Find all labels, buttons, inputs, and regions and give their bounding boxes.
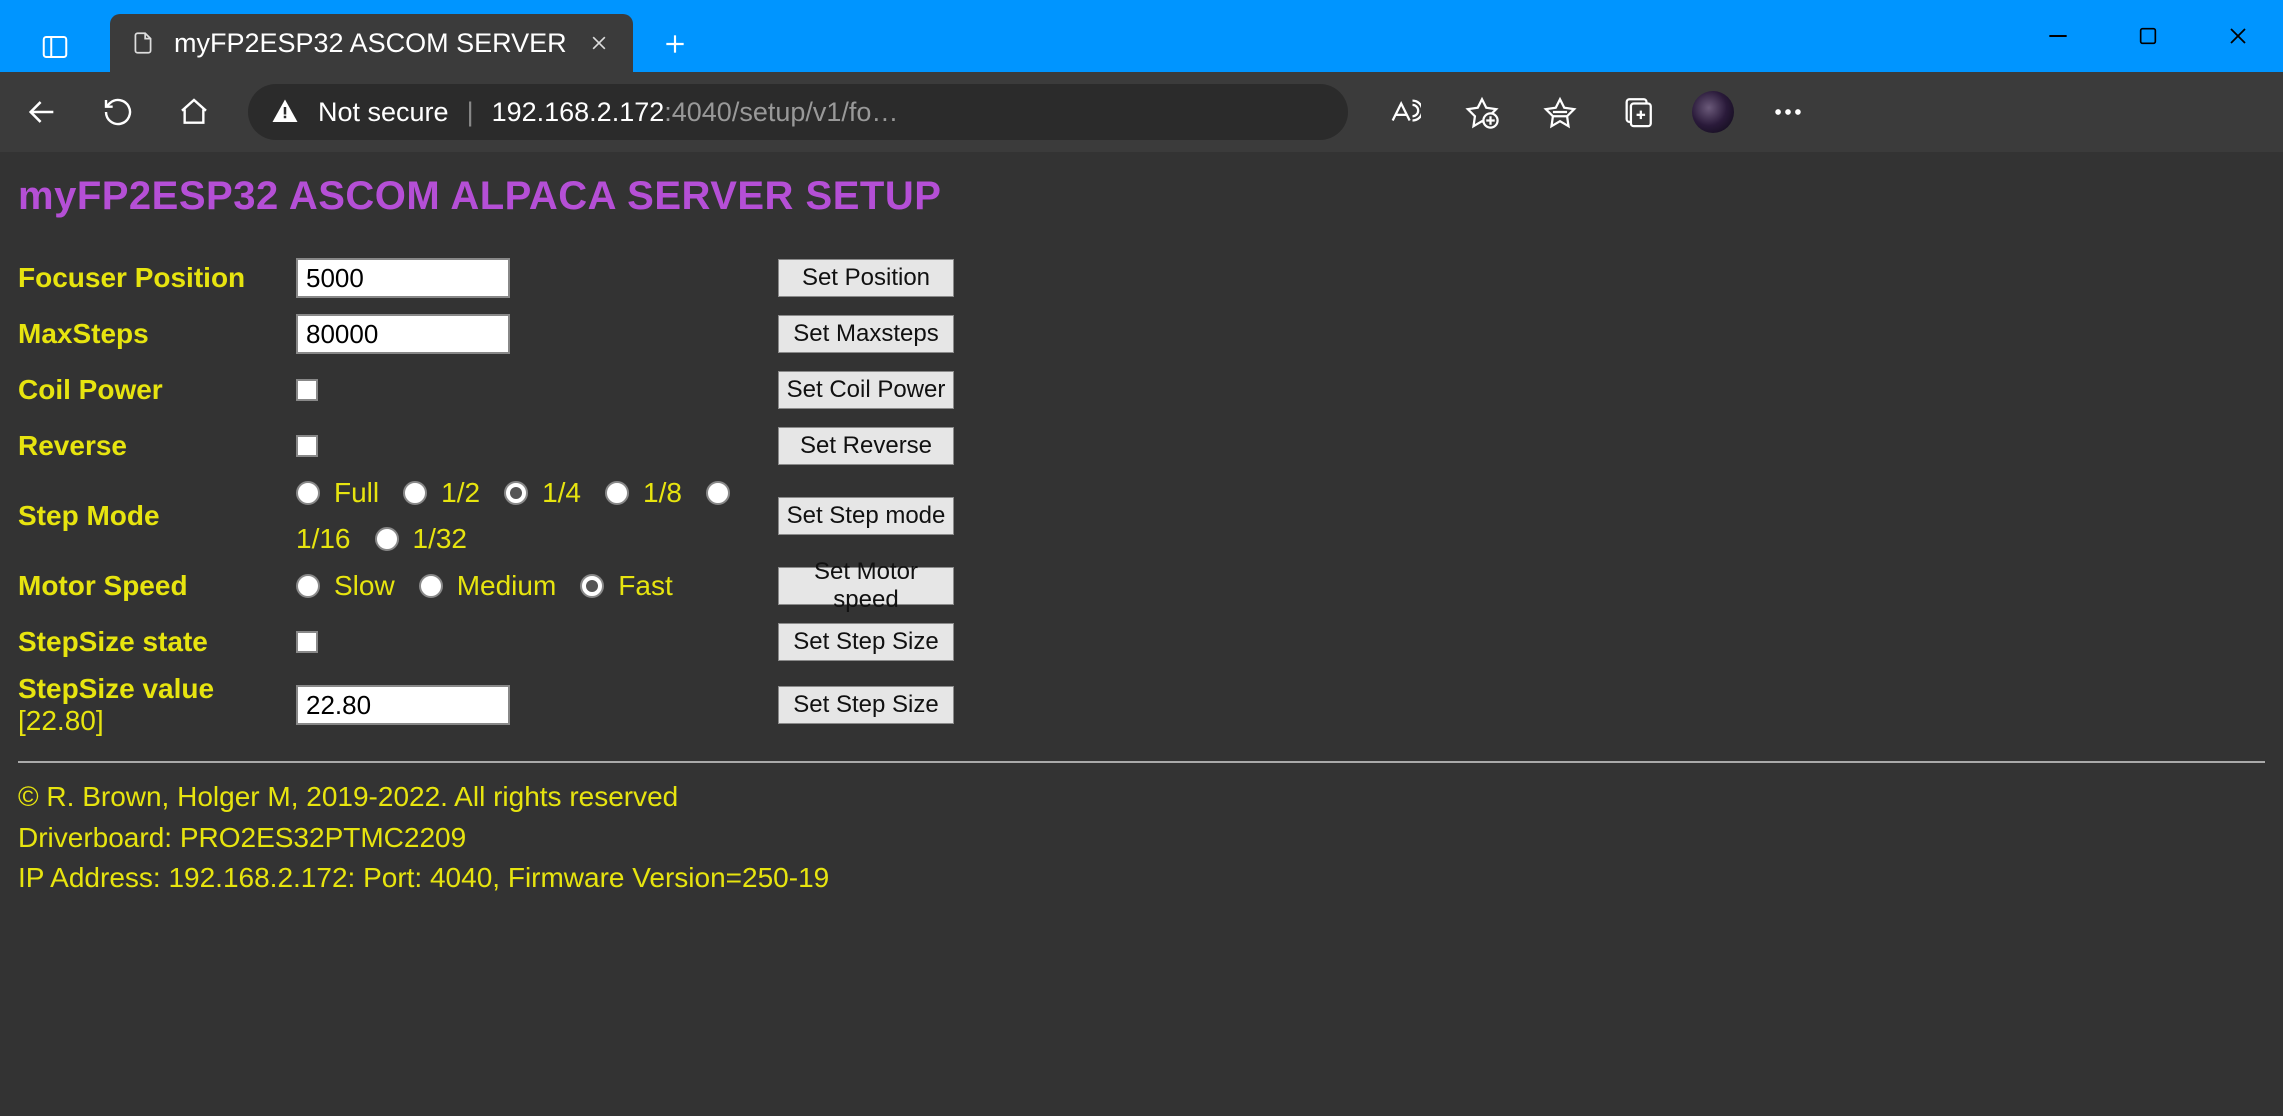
motor-speed-radio-fast[interactable] bbox=[580, 574, 604, 598]
footer-driverboard: Driverboard: PRO2ES32PTMC2209 bbox=[18, 818, 2265, 859]
profile-avatar[interactable] bbox=[1692, 91, 1734, 133]
set-stepsize-state-button[interactable]: Set Step Size bbox=[778, 623, 954, 661]
read-aloud-icon[interactable] bbox=[1380, 88, 1428, 136]
favorites-list-icon[interactable] bbox=[1536, 88, 1584, 136]
maximize-button[interactable] bbox=[2103, 0, 2193, 72]
row-stepsize-value: StepSize value [22.80] Set Step Size bbox=[18, 673, 2265, 737]
tab-strip: myFP2ESP32 ASCOM SERVER bbox=[0, 0, 703, 72]
step-mode-radio-full[interactable] bbox=[296, 481, 320, 505]
input-focuser-position[interactable] bbox=[296, 258, 510, 298]
warning-icon bbox=[270, 97, 300, 127]
address-bar[interactable]: Not secure | 192.168.2.172:4040/setup/v1… bbox=[248, 84, 1348, 140]
row-coil-power: Coil Power Set Coil Power bbox=[18, 365, 2265, 415]
back-button[interactable] bbox=[20, 90, 64, 134]
step-mode-label-116: 1/16 bbox=[296, 523, 351, 555]
step-mode-label-full: Full bbox=[334, 477, 379, 509]
minimize-button[interactable] bbox=[2013, 0, 2103, 72]
row-focuser-position: Focuser Position Set Position bbox=[18, 253, 2265, 303]
label-motor-speed: Motor Speed bbox=[18, 570, 296, 602]
close-window-button[interactable] bbox=[2193, 0, 2283, 72]
step-mode-radio-14[interactable] bbox=[504, 481, 528, 505]
divider bbox=[18, 761, 2265, 763]
motor-speed-label-slow: Slow bbox=[334, 570, 395, 602]
label-stepsize-value-text: StepSize value bbox=[18, 673, 214, 704]
checkbox-stepsize-state[interactable] bbox=[296, 631, 318, 653]
toolbar-right bbox=[1380, 88, 1812, 136]
motor-speed-label-fast: Fast bbox=[618, 570, 672, 602]
collections-icon[interactable] bbox=[1614, 88, 1662, 136]
url-text: 192.168.2.172:4040/setup/v1/fo… bbox=[492, 97, 899, 128]
step-mode-label-18: 1/8 bbox=[643, 477, 682, 509]
label-stepsize-value: StepSize value [22.80] bbox=[18, 673, 296, 737]
label-step-mode: Step Mode bbox=[18, 500, 296, 532]
set-position-button[interactable]: Set Position bbox=[778, 259, 954, 297]
step-mode-radio-18[interactable] bbox=[605, 481, 629, 505]
browser-toolbar: Not secure | 192.168.2.172:4040/setup/v1… bbox=[0, 72, 2283, 152]
tab-actions-icon[interactable] bbox=[20, 22, 90, 72]
label-maxsteps: MaxSteps bbox=[18, 318, 296, 350]
set-stepsize-value-button[interactable]: Set Step Size bbox=[778, 686, 954, 724]
row-motor-speed: Motor Speed Slow Medium Fast Set Motor spe… bbox=[18, 561, 2265, 611]
page-title: myFP2ESP32 ASCOM ALPACA SERVER SETUP bbox=[18, 174, 2265, 219]
step-mode-radio-12[interactable] bbox=[403, 481, 427, 505]
label-reverse: Reverse bbox=[18, 430, 296, 462]
separator: | bbox=[467, 97, 474, 128]
motor-speed-radio-medium[interactable] bbox=[419, 574, 443, 598]
more-icon[interactable] bbox=[1764, 88, 1812, 136]
step-mode-label-12: 1/2 bbox=[441, 477, 480, 509]
step-mode-label-132: 1/32 bbox=[413, 523, 468, 555]
row-maxsteps: MaxSteps Set Maxsteps bbox=[18, 309, 2265, 359]
favorite-icon[interactable] bbox=[1458, 88, 1506, 136]
motor-speed-radio-slow[interactable] bbox=[296, 574, 320, 598]
set-step-mode-button[interactable]: Set Step mode bbox=[778, 497, 954, 535]
not-secure-label: Not secure bbox=[318, 97, 449, 128]
set-maxsteps-button[interactable]: Set Maxsteps bbox=[778, 315, 954, 353]
checkbox-coil-power[interactable] bbox=[296, 379, 318, 401]
label-coil-power: Coil Power bbox=[18, 374, 296, 406]
url-host: 192.168.2.172 bbox=[492, 97, 665, 127]
url-rest: :4040/setup/v1/fo… bbox=[664, 97, 898, 127]
row-reverse: Reverse Set Reverse bbox=[18, 421, 2265, 471]
footer-ipinfo: IP Address: 192.168.2.172: Port: 4040, F… bbox=[18, 858, 2265, 899]
page-icon bbox=[130, 30, 156, 56]
checkbox-reverse[interactable] bbox=[296, 435, 318, 457]
window-controls bbox=[2013, 0, 2283, 72]
input-maxsteps[interactable] bbox=[296, 314, 510, 354]
row-stepsize-state: StepSize state Set Step Size bbox=[18, 617, 2265, 667]
row-step-mode: Step Mode Full 1/2 1/4 1/8 1/16 1/32 Set Step… bbox=[18, 477, 2265, 555]
motor-speed-label-medium: Medium bbox=[457, 570, 557, 602]
set-reverse-button[interactable]: Set Reverse bbox=[778, 427, 954, 465]
close-tab-icon[interactable] bbox=[585, 29, 613, 57]
browser-window: myFP2ESP32 ASCOM SERVER bbox=[0, 0, 2283, 1116]
label-stepsize-state: StepSize state bbox=[18, 626, 296, 658]
step-mode-label-14: 1/4 bbox=[542, 477, 581, 509]
browser-tab[interactable]: myFP2ESP32 ASCOM SERVER bbox=[110, 14, 633, 72]
titlebar: myFP2ESP32 ASCOM SERVER bbox=[0, 0, 2283, 72]
footer-copyright: © R. Brown, Holger M, 2019-2022. All rig… bbox=[18, 777, 2265, 818]
set-coil-power-button[interactable]: Set Coil Power bbox=[778, 371, 954, 409]
label-focuser-position: Focuser Position bbox=[18, 262, 296, 294]
input-stepsize-value[interactable] bbox=[296, 685, 510, 725]
step-mode-radio-132[interactable] bbox=[375, 527, 399, 551]
refresh-button[interactable] bbox=[96, 90, 140, 134]
label-stepsize-value-sub: [22.80] bbox=[18, 705, 104, 736]
home-button[interactable] bbox=[172, 90, 216, 134]
step-mode-radio-116[interactable] bbox=[706, 481, 730, 505]
new-tab-button[interactable] bbox=[647, 16, 703, 72]
set-motor-speed-button[interactable]: Set Motor speed bbox=[778, 567, 954, 605]
tab-title: myFP2ESP32 ASCOM SERVER bbox=[174, 28, 567, 59]
page-content: myFP2ESP32 ASCOM ALPACA SERVER SETUP Foc… bbox=[0, 152, 2283, 1116]
